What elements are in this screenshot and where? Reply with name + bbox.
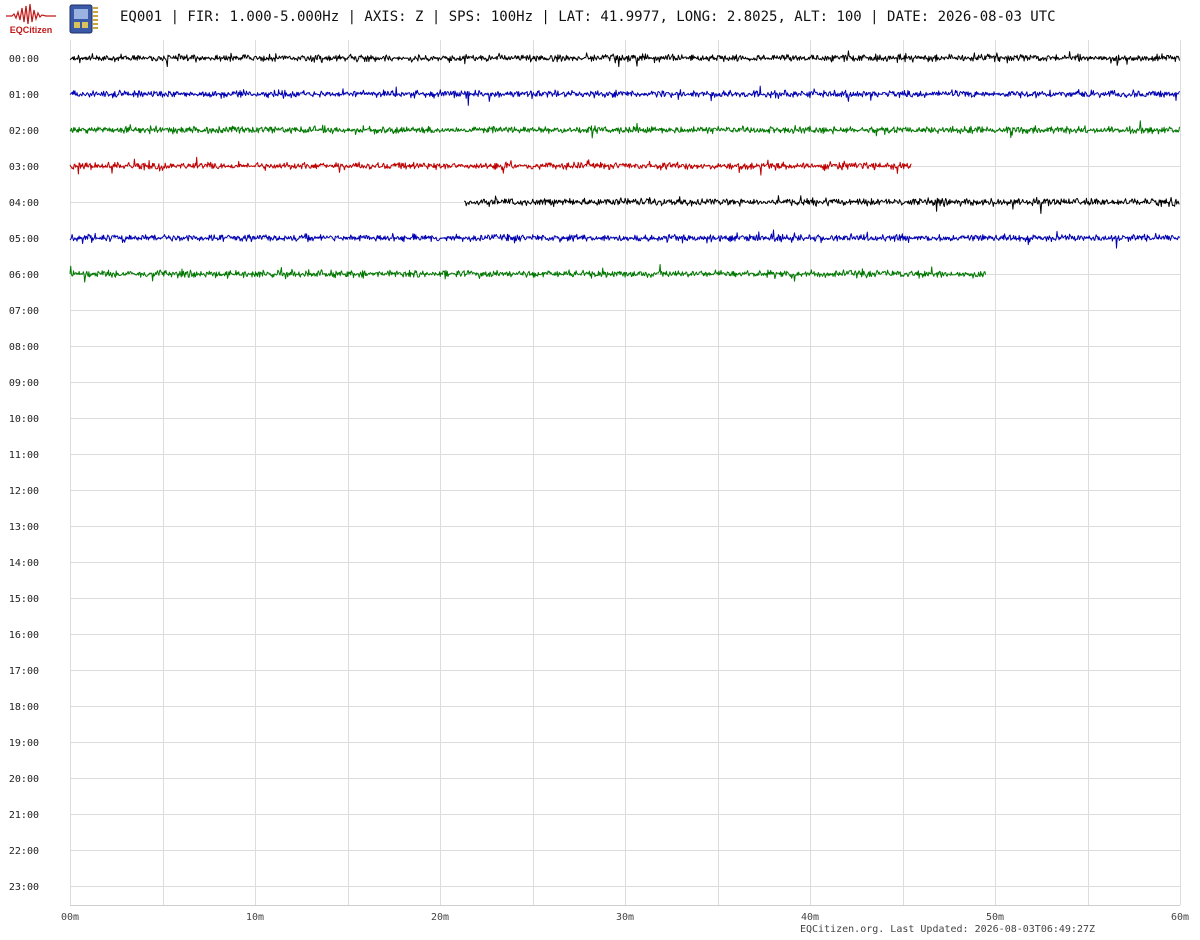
helicorder-chart: 00:00 01:00 02:00 03:00 04:00 05:00 06:00 07:00… <box>9 40 1189 923</box>
row-time-label: 00:00 <box>9 54 39 65</box>
row-time-label: 17:00 <box>9 666 39 677</box>
seismic-trace-0400 <box>463 195 1180 214</box>
x-tick-label: 60m <box>1171 912 1189 923</box>
row-time-label: 11:00 <box>9 450 39 461</box>
row-time-label: 20:00 <box>9 774 39 785</box>
row-time-label: 18:00 <box>9 702 39 713</box>
seismic-trace-0500 <box>69 229 1180 249</box>
x-tick-label: 40m <box>801 912 819 923</box>
row-time-label: 19:00 <box>9 738 39 749</box>
row-time-label: 02:00 <box>9 126 39 137</box>
x-tick-label: 10m <box>246 912 264 923</box>
x-tick-label: 00m <box>61 912 79 923</box>
row-time-label: 14:00 <box>9 558 39 569</box>
row-time-label: 15:00 <box>9 594 39 605</box>
row-time-label: 03:00 <box>9 162 39 173</box>
row-time-label: 04:00 <box>9 198 39 209</box>
row-time-label: 22:00 <box>9 846 39 857</box>
seismic-trace-0600 <box>69 264 987 283</box>
row-time-label: 13:00 <box>9 522 39 533</box>
row-time-label: 16:00 <box>9 630 39 641</box>
row-time-label: 05:00 <box>9 234 39 245</box>
seismic-trace-0000 <box>69 50 1180 68</box>
row-time-label: 23:00 <box>9 882 39 893</box>
row-time-label: 12:00 <box>9 486 39 497</box>
row-time-label: 06:00 <box>9 270 39 281</box>
x-tick-label: 20m <box>431 912 449 923</box>
row-time-label: 21:00 <box>9 810 39 821</box>
seismic-trace-0100 <box>69 85 1180 106</box>
row-time-label: 09:00 <box>9 378 39 389</box>
row-time-label: 01:00 <box>9 90 39 101</box>
seismic-trace-0200 <box>69 120 1180 139</box>
row-time-label: 10:00 <box>9 414 39 425</box>
row-time-label: 07:00 <box>9 306 39 317</box>
footer-status: EQCitizen.org. Last Updated: 2026-08-03T… <box>800 924 1096 935</box>
x-tick-label: 50m <box>986 912 1004 923</box>
row-time-label: 08:00 <box>9 342 39 353</box>
x-tick-label: 30m <box>616 912 634 923</box>
